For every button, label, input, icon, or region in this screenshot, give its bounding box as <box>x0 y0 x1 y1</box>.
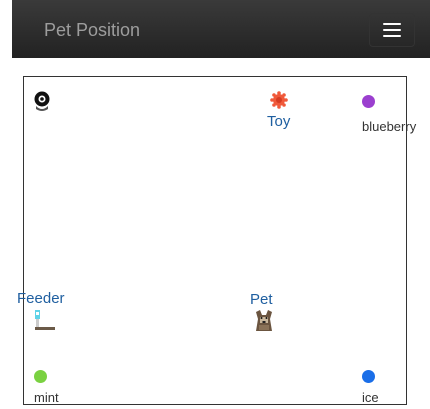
pet-label: Pet <box>250 291 273 308</box>
toy-label: Toy <box>267 113 291 130</box>
menu-toggle-button[interactable] <box>369 13 415 47</box>
feeder-label: Feeder <box>17 290 65 307</box>
camera-icon <box>34 91 50 111</box>
feeder-icon <box>35 310 55 330</box>
ice-label: ice <box>362 390 379 405</box>
app-title[interactable]: Pet Position <box>44 20 140 41</box>
ice-marker <box>362 370 375 383</box>
mint-marker <box>34 370 47 383</box>
blueberry-marker <box>362 95 375 108</box>
pet-position-map: Toy blueberry Feeder Pet mint ice <box>17 76 416 405</box>
toy-ball-icon <box>270 91 288 109</box>
mint-label: mint <box>34 390 59 405</box>
dog-icon <box>256 310 272 331</box>
blueberry-label: blueberry <box>362 119 417 134</box>
navbar: Pet Position <box>12 0 430 58</box>
